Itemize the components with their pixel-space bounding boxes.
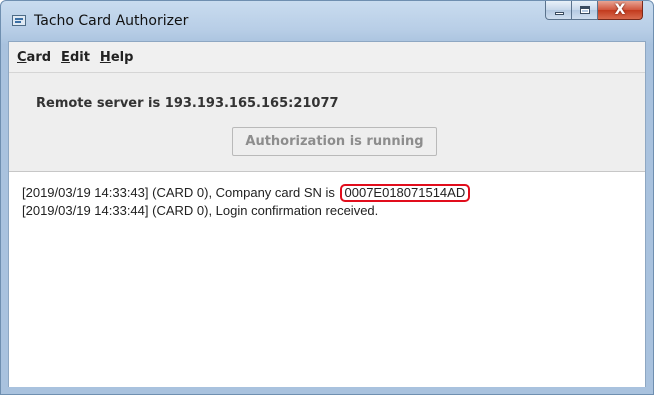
server-status-label: Remote server is 193.193.165.165:21077 bbox=[36, 96, 339, 111]
app-icon[interactable] bbox=[12, 15, 26, 26]
log-line: [2019/03/19 14:33:44] (CARD 0), Login co… bbox=[22, 203, 379, 218]
log-area[interactable]: [2019/03/19 14:33:43] (CARD 0), Company … bbox=[9, 171, 645, 387]
menu-bar: Card Edit Help bbox=[9, 42, 645, 73]
menu-card[interactable]: Card bbox=[13, 50, 55, 65]
client-area: Card Edit Help Remote server is 193.193.… bbox=[8, 41, 646, 387]
title-bar[interactable]: Tacho Card Authorizer X bbox=[1, 1, 653, 41]
menu-help[interactable]: Help bbox=[96, 50, 137, 65]
app-window: Tacho Card Authorizer X Card Edit Help R… bbox=[0, 0, 654, 395]
menu-edit[interactable]: Edit bbox=[57, 50, 94, 65]
authorization-button[interactable]: Authorization is running bbox=[232, 127, 437, 156]
window-title: Tacho Card Authorizer bbox=[34, 13, 189, 29]
close-icon: X bbox=[614, 2, 626, 18]
log-line: [2019/03/19 14:33:43] (CARD 0), Company … bbox=[22, 184, 471, 202]
minimize-button[interactable] bbox=[545, 1, 572, 20]
log-line-text: [2019/03/19 14:33:43] (CARD 0), Company … bbox=[22, 185, 339, 200]
maximize-button[interactable] bbox=[572, 1, 598, 20]
card-serial-highlight: 0007E018071514AD bbox=[339, 184, 471, 202]
close-button[interactable]: X bbox=[598, 1, 643, 20]
caption-buttons: X bbox=[545, 1, 643, 23]
